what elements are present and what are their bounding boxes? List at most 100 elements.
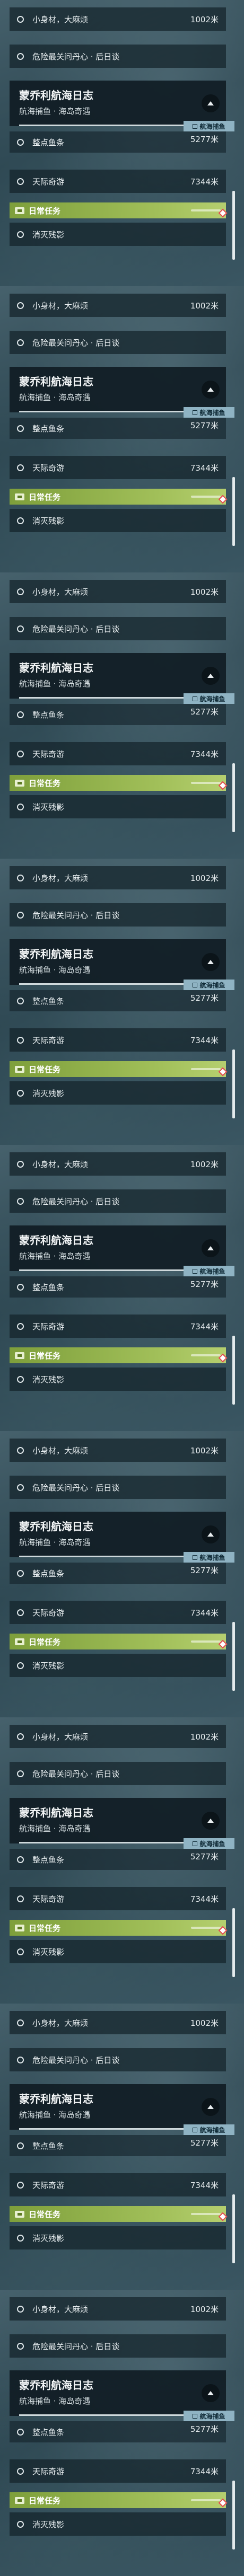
task-item-eliminate[interactable]: 消灭残影	[10, 509, 226, 532]
task-item-eliminate[interactable]: 消灭残影	[10, 2512, 226, 2536]
scrollbar[interactable]	[232, 2481, 235, 2549]
task-item-fish[interactable]: 整点鱼条 5277米	[10, 990, 226, 1011]
daily-task-header[interactable]: 日常任务	[10, 2206, 226, 2222]
chevron-up-icon[interactable]	[202, 2384, 220, 2402]
chevron-up-icon[interactable]	[202, 953, 220, 971]
quest-header[interactable]: 蒙乔利航海日志 航海捕鱼 · 海岛奇遇	[10, 367, 226, 412]
task-item-fish[interactable]: 整点鱼条 5277米	[10, 1563, 226, 1584]
task-item-small-body[interactable]: 小身材，大麻烦 1002米	[10, 2297, 226, 2321]
chevron-up-icon[interactable]	[202, 1812, 220, 1830]
task-item-eliminate[interactable]: 消灭残影	[10, 2226, 226, 2249]
task-label: 小身材，大麻烦	[32, 2018, 89, 2028]
task-item-danger[interactable]: 危险最关问丹心 · 后日谈	[10, 2048, 226, 2071]
quest-progress-bar	[19, 2128, 194, 2130]
quest-progress-bar	[19, 125, 194, 126]
task-item-fish[interactable]: 整点鱼条 5277米	[10, 1849, 226, 1870]
daily-task-header[interactable]: 日常任务	[10, 489, 226, 505]
daily-task-header[interactable]: 日常任务	[10, 202, 226, 218]
task-circle-icon	[17, 517, 24, 524]
task-label: 危险最关问丹心 · 后日谈	[32, 624, 120, 634]
daily-task-label: 日常任务	[29, 2209, 61, 2219]
task-item-sky[interactable]: 天际奇游 7344米	[10, 170, 226, 193]
quest-header[interactable]: 蒙乔利航海日志 航海捕鱼 · 海岛奇遇	[10, 81, 226, 126]
task-item-small-body[interactable]: 小身材，大麻烦 1002米	[10, 2011, 226, 2034]
quest-badge: 航海捕鱼	[184, 407, 234, 418]
task-item-sky[interactable]: 天际奇游 7344米	[10, 2459, 226, 2483]
daily-task-header[interactable]: 日常任务	[10, 2492, 226, 2508]
task-item-small-body[interactable]: 小身材，大麻烦 1002米	[10, 1725, 226, 1748]
badge-label: 航海捕鱼	[199, 1554, 225, 1562]
badge-label: 航海捕鱼	[199, 2126, 225, 2134]
chevron-up-icon[interactable]	[202, 1525, 220, 1543]
task-label: 消灭残影	[32, 1661, 65, 1671]
task-item-danger[interactable]: 危险最关问丹心 · 后日谈	[10, 45, 226, 68]
scrollbar[interactable]	[232, 477, 235, 546]
scrollbar[interactable]	[232, 2194, 235, 2263]
task-item-sky[interactable]: 天际奇游 7344米	[10, 1315, 226, 1338]
task-item-eliminate[interactable]: 消灭残影	[10, 1940, 226, 1963]
task-circle-icon	[17, 2305, 24, 2313]
quest-header[interactable]: 蒙乔利航海日志 航海捕鱼 · 海岛奇遇	[10, 939, 226, 985]
task-item-sky[interactable]: 天际奇游 7344米	[10, 1601, 226, 1624]
task-item-fish[interactable]: 整点鱼条 5277米	[10, 131, 226, 153]
scrollbar[interactable]	[232, 1622, 235, 1691]
task-item-eliminate[interactable]: 消灭残影	[10, 795, 226, 818]
quest-header[interactable]: 蒙乔利航海日志 航海捕鱼 · 海岛奇遇	[10, 1225, 226, 1271]
task-item-danger[interactable]: 危险最关问丹心 · 后日谈	[10, 617, 226, 640]
task-item-eliminate[interactable]: 消灭残影	[10, 1368, 226, 1391]
scrollbar[interactable]	[232, 1908, 235, 1977]
quest-title: 蒙乔利航海日志	[19, 1520, 93, 1533]
quest-header[interactable]: 蒙乔利航海日志 航海捕鱼 · 海岛奇遇	[10, 1512, 226, 1557]
quest-header[interactable]: 蒙乔利航海日志 航海捕鱼 · 海岛奇遇	[10, 2370, 226, 2416]
scrollbar[interactable]	[232, 191, 235, 260]
chevron-up-icon[interactable]	[202, 667, 220, 685]
task-item-danger[interactable]: 危险最关问丹心 · 后日谈	[10, 1762, 226, 1785]
chevron-up-icon[interactable]	[202, 94, 220, 112]
daily-task-header[interactable]: 日常任务	[10, 1920, 226, 1936]
task-item-small-body[interactable]: 小身材，大麻烦 1002米	[10, 1152, 226, 1176]
quest-header[interactable]: 蒙乔利航海日志 航海捕鱼 · 海岛奇遇	[10, 1798, 226, 1843]
task-item-sky[interactable]: 天际奇游 7344米	[10, 1028, 226, 1052]
daily-task-header[interactable]: 日常任务	[10, 1347, 226, 1363]
task-item-fish[interactable]: 整点鱼条 5277米	[10, 1276, 226, 1298]
scrollbar[interactable]	[232, 1049, 235, 1118]
daily-task-header[interactable]: 日常任务	[10, 1061, 226, 1077]
task-distance: 5277米	[190, 421, 219, 430]
task-item-fish[interactable]: 整点鱼条 5277米	[10, 418, 226, 439]
chevron-up-icon[interactable]	[202, 2098, 220, 2116]
task-label: 危险最关问丹心 · 后日谈	[32, 910, 120, 920]
task-item-fish[interactable]: 整点鱼条 5277米	[10, 2135, 226, 2156]
task-item-eliminate[interactable]: 消灭残影	[10, 223, 226, 246]
task-item-sky[interactable]: 天际奇游 7344米	[10, 2173, 226, 2196]
task-item-eliminate[interactable]: 消灭残影	[10, 1081, 226, 1105]
task-item-eliminate[interactable]: 消灭残影	[10, 1654, 226, 1677]
task-item-small-body[interactable]: 小身材，大麻烦 1002米	[10, 294, 226, 317]
scrollbar[interactable]	[232, 1336, 235, 1405]
daily-task-header[interactable]: 日常任务	[10, 775, 226, 791]
task-item-small-body[interactable]: 小身材，大麻烦 1002米	[10, 7, 226, 31]
task-circle-icon	[17, 1160, 24, 1168]
task-item-fish[interactable]: 整点鱼条 5277米	[10, 704, 226, 725]
task-item-small-body[interactable]: 小身材，大麻烦 1002米	[10, 1439, 226, 1462]
task-item-sky[interactable]: 天际奇游 7344米	[10, 456, 226, 479]
task-item-small-body[interactable]: 小身材，大麻烦 1002米	[10, 580, 226, 603]
task-item-fish[interactable]: 整点鱼条 5277米	[10, 2421, 226, 2442]
task-item-danger[interactable]: 危险最关问丹心 · 后日谈	[10, 1476, 226, 1499]
chevron-up-icon[interactable]	[202, 1239, 220, 1257]
task-item-danger[interactable]: 危险最关问丹心 · 后日谈	[10, 1189, 226, 1213]
task-item-small-body[interactable]: 小身材，大麻烦 1002米	[10, 866, 226, 889]
quest-title: 蒙乔利航海日志	[19, 1806, 93, 1819]
quest-header[interactable]: 蒙乔利航海日志 航海捕鱼 · 海岛奇遇	[10, 653, 226, 699]
task-distance: 5277米	[190, 1566, 219, 1575]
scrollbar[interactable]	[232, 763, 235, 832]
chevron-up-icon[interactable]	[202, 381, 220, 399]
badge-label: 航海捕鱼	[199, 409, 225, 417]
task-item-danger[interactable]: 危险最关问丹心 · 后日谈	[10, 2334, 226, 2358]
task-item-sky[interactable]: 天际奇游 7344米	[10, 742, 226, 765]
task-circle-icon	[17, 2019, 24, 2026]
task-item-sky[interactable]: 天际奇游 7344米	[10, 1887, 226, 1910]
quest-header[interactable]: 蒙乔利航海日志 航海捕鱼 · 海岛奇遇	[10, 2084, 226, 2130]
daily-task-header[interactable]: 日常任务	[10, 1634, 226, 1649]
task-item-danger[interactable]: 危险最关问丹心 · 后日谈	[10, 331, 226, 354]
task-item-danger[interactable]: 危险最关问丹心 · 后日谈	[10, 903, 226, 927]
